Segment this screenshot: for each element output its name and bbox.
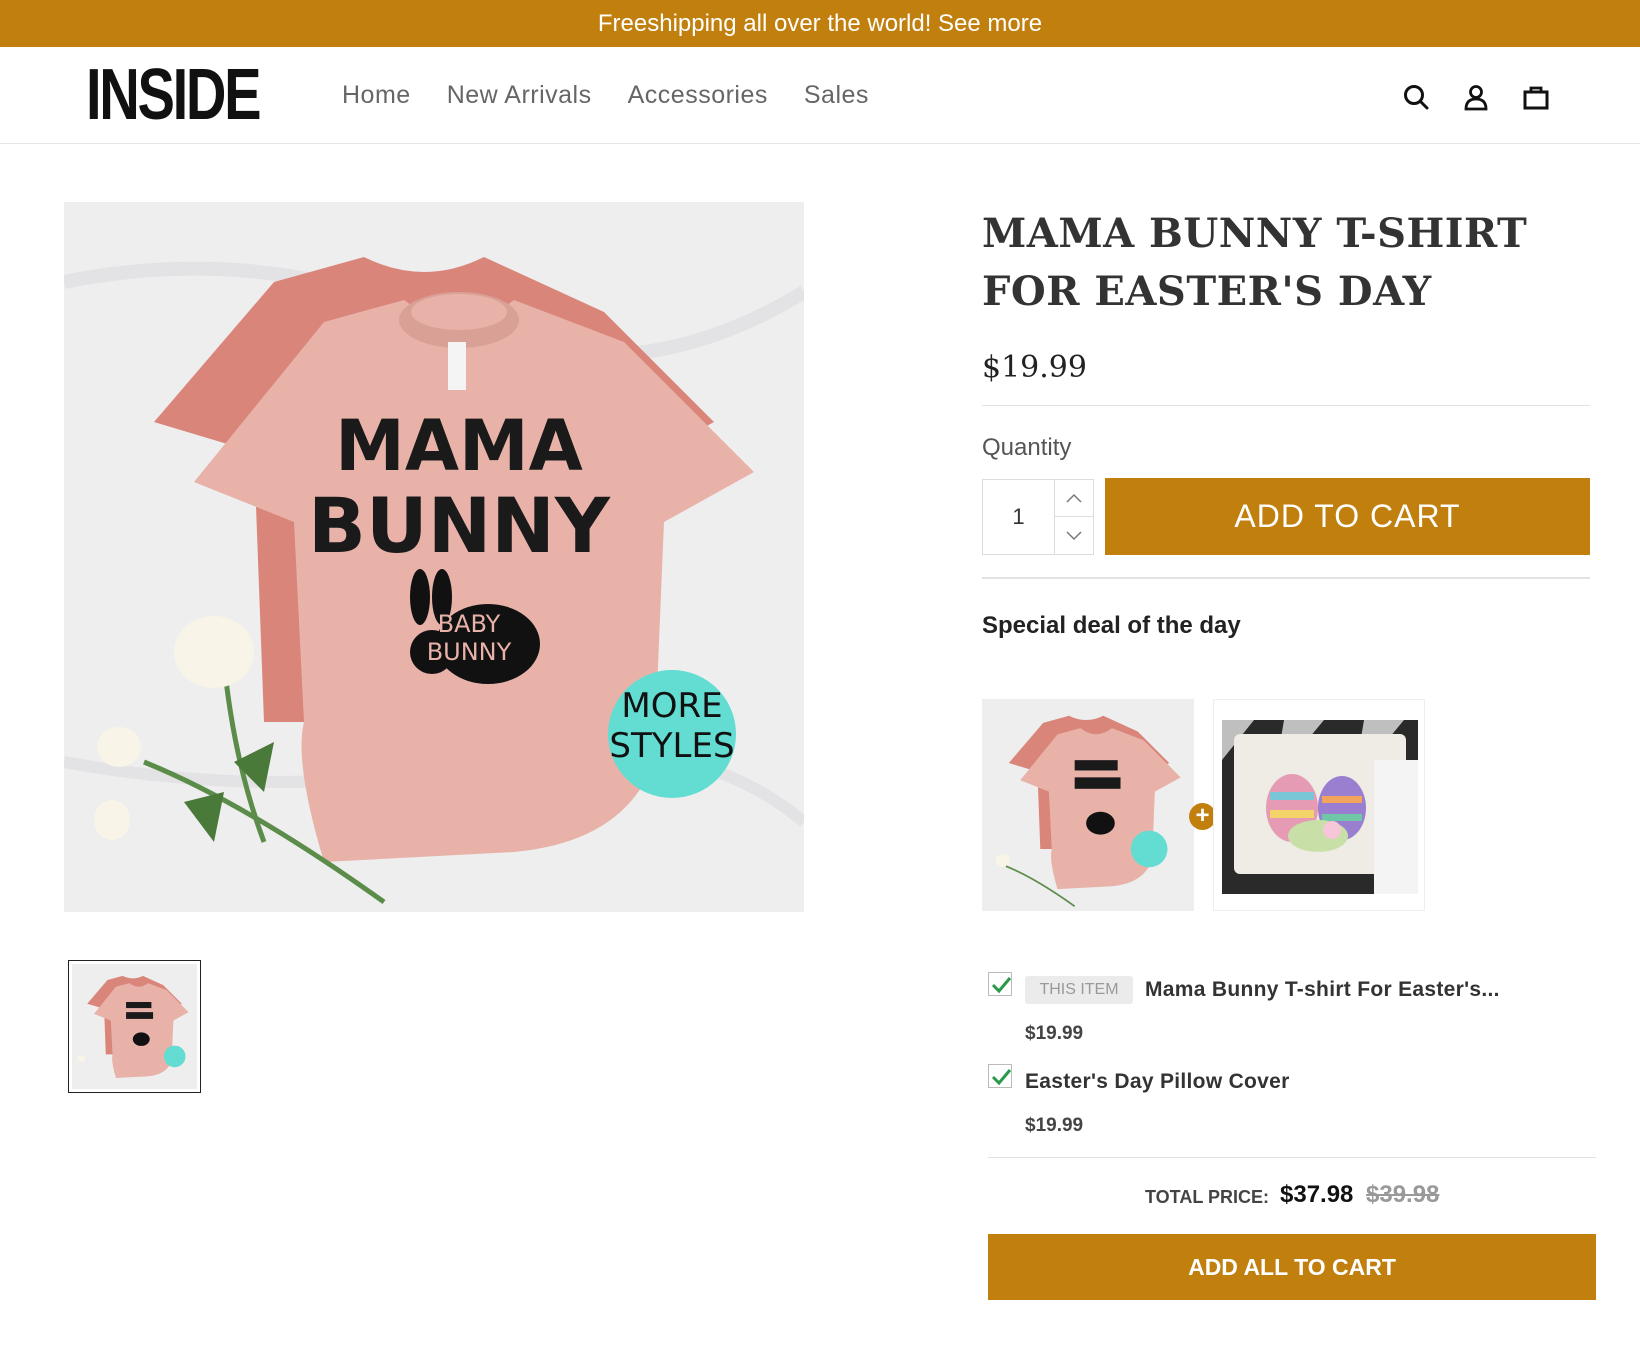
add-all-to-cart-button[interactable]: ADD ALL TO CART [988,1234,1596,1300]
shirt-bunny-text2: BUNNY [427,638,512,666]
quantity-input[interactable]: 1 [983,480,1055,554]
quantity-decrease-button[interactable] [1055,517,1093,554]
add-to-cart-button[interactable]: ADD TO CART [1105,478,1590,555]
announcement-text[interactable]: Freeshipping all over the world! See mor… [598,10,1042,37]
user-icon[interactable] [1462,83,1490,111]
divider [982,577,1590,579]
logo[interactable]: INSIDE [86,59,262,131]
search-icon[interactable] [1402,83,1430,111]
bag-icon[interactable] [1522,83,1550,111]
main-nav: Home New Arrivals Accessories Sales [342,81,869,110]
product-main-image[interactable]: MAMA BUNNY BABY BUNNY MORE STYLES [64,202,804,912]
divider [982,405,1590,406]
plus-icon: + [1189,803,1216,830]
total-old-price: $39.98 [1366,1181,1440,1208]
shirt-text-line2: BUNNY [308,481,611,570]
nav-home[interactable]: Home [342,81,411,110]
check-icon [991,977,1012,994]
thumbnail-image [72,964,197,1089]
deal-item-name-2[interactable]: Easter's Day Pillow Cover [1025,1070,1290,1094]
quantity-increase-button[interactable] [1055,480,1093,517]
product-title: MAMA BUNNY T-SHIRT FOR EASTER'S DAY [982,210,1528,315]
this-item-badge: THIS ITEM [1025,976,1133,1004]
deal-title: Special deal of the day [982,612,1241,639]
badge-text-line2: STYLES [609,726,734,766]
quantity-label: Quantity [982,434,1072,461]
deal-item-name-1[interactable]: Mama Bunny T-shirt For Easter's... [1145,978,1500,1002]
chevron-up-icon [1066,493,1082,503]
quantity-stepper: 1 [982,479,1094,555]
deal-item-price-1: $19.99 [1025,1023,1084,1044]
nav-new-arrivals[interactable]: New Arrivals [447,81,592,110]
site-header: INSIDE Home New Arrivals Accessories Sal… [0,47,1640,144]
shirt-text-line1: MAMA [335,405,583,487]
nav-sales[interactable]: Sales [804,81,869,110]
deal-item-image-pillow[interactable] [1213,699,1425,911]
deal-item-checkbox-1[interactable] [988,972,1012,996]
header-icons [1402,83,1550,111]
deal-item-checkbox-2[interactable] [988,1064,1012,1088]
deal-item-price-2: $19.99 [1025,1115,1084,1136]
nav-accessories[interactable]: Accessories [628,81,768,110]
total-price: $37.98 [1280,1181,1354,1208]
product-price: $19.99 [982,350,1087,385]
product-thumbnail[interactable] [68,960,201,1093]
check-icon [991,1069,1012,1086]
shirt-bunny-text1: BABY [438,610,501,638]
announcement-bar[interactable]: Freeshipping all over the world! See mor… [0,0,1640,47]
divider [988,1157,1596,1158]
badge-text-line1: MORE [621,686,722,726]
chevron-down-icon [1066,530,1082,540]
deal-item-image-tshirt[interactable] [982,699,1194,911]
total-price-label: TOTAL PRICE: [1145,1187,1270,1207]
